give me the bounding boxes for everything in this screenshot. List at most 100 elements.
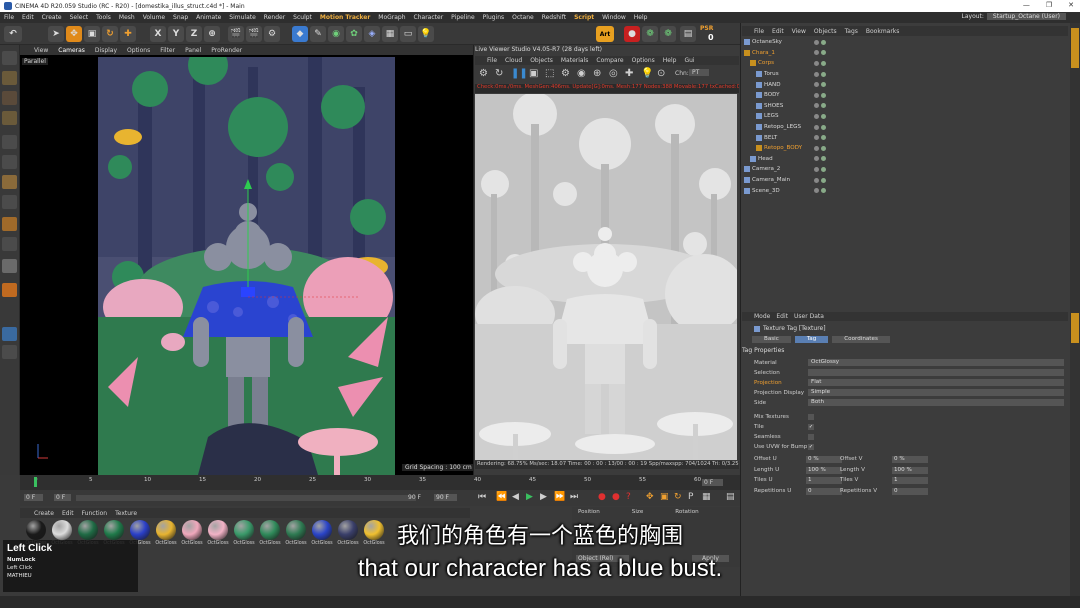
object-visibility-toggles[interactable] bbox=[814, 82, 826, 88]
numeric-field[interactable]: 100 % bbox=[892, 466, 928, 474]
lock-workplane-icon[interactable] bbox=[2, 345, 17, 359]
render-settings-icon[interactable]: ⚙ bbox=[264, 26, 280, 42]
lv-stop-icon[interactable]: ▣ bbox=[529, 68, 538, 79]
object-row[interactable]: Chara_1 bbox=[742, 48, 1068, 59]
menu-volume[interactable]: Volume bbox=[143, 14, 165, 21]
keyframe-selection-icon[interactable]: ? bbox=[626, 492, 631, 502]
attribute-value-field[interactable] bbox=[808, 369, 1064, 376]
om-menu-objects[interactable]: Objects bbox=[814, 28, 837, 35]
vp-menu-cameras[interactable]: Cameras bbox=[58, 47, 85, 54]
pen-icon[interactable]: ✎ bbox=[310, 26, 326, 42]
visibility-dot-icon[interactable] bbox=[814, 177, 819, 183]
visibility-dot-icon[interactable] bbox=[821, 82, 826, 88]
visibility-dot-icon[interactable] bbox=[821, 103, 826, 109]
key-rotation-icon[interactable]: ↻ bbox=[674, 492, 682, 502]
object-visibility-toggles[interactable] bbox=[814, 124, 826, 130]
lv-focus-icon[interactable]: ◎ bbox=[609, 68, 618, 79]
menu-redshift[interactable]: Redshift bbox=[542, 14, 566, 21]
visibility-dot-icon[interactable] bbox=[821, 92, 826, 98]
numeric-field[interactable]: 1 bbox=[806, 477, 842, 484]
numeric-field[interactable]: 0 bbox=[806, 487, 842, 495]
lv-menu-options[interactable]: Options bbox=[632, 57, 655, 64]
menu-help[interactable]: Help bbox=[634, 14, 648, 21]
layout-select[interactable]: Startup_Octane (User) bbox=[986, 13, 1066, 20]
object-visibility-toggles[interactable] bbox=[814, 50, 826, 56]
attribute-value-field[interactable]: Flat bbox=[808, 379, 1064, 386]
visibility-dot-icon[interactable] bbox=[814, 39, 819, 45]
visibility-dot-icon[interactable] bbox=[814, 135, 819, 141]
object-row[interactable]: SHOES bbox=[742, 101, 1068, 112]
texture-mode-icon[interactable] bbox=[2, 155, 17, 169]
lv-pause-icon[interactable]: ❚❚ bbox=[511, 68, 528, 79]
attribute-checkbox[interactable] bbox=[808, 433, 814, 440]
numeric-field[interactable]: 0 bbox=[892, 487, 928, 495]
frame-box-field[interactable]: 0 F bbox=[702, 479, 724, 486]
points-mode-icon[interactable] bbox=[2, 71, 17, 85]
object-row[interactable]: Torus bbox=[742, 69, 1068, 80]
frame-range-slider[interactable] bbox=[76, 495, 416, 501]
camera-icon[interactable]: ▭ bbox=[400, 26, 416, 42]
objects-side-tab[interactable] bbox=[1071, 28, 1079, 68]
viewport-solo-icon[interactable] bbox=[2, 51, 17, 65]
object-visibility-toggles[interactable] bbox=[814, 166, 826, 172]
object-visibility-toggles[interactable] bbox=[814, 92, 826, 98]
polygons-mode-icon[interactable] bbox=[2, 111, 17, 125]
lv-menu-gui[interactable]: Gui bbox=[684, 57, 694, 64]
lv-settings-icon[interactable]: ⚙ bbox=[479, 68, 488, 79]
numeric-field[interactable]: 1 bbox=[892, 477, 928, 484]
tab-coordinates[interactable]: Coordinates bbox=[832, 336, 890, 343]
mm-menu-function[interactable]: Function bbox=[82, 510, 108, 517]
object-row[interactable]: Camera_2 bbox=[742, 164, 1068, 175]
art-button[interactable]: Art bbox=[596, 26, 614, 42]
lv-zoom-icon[interactable]: ⊕ bbox=[593, 68, 601, 79]
am-menu-mode[interactable]: Mode bbox=[754, 313, 770, 320]
next-key-icon[interactable]: ⏩ bbox=[554, 492, 565, 502]
menu-tools[interactable]: Tools bbox=[96, 14, 111, 21]
menu-edit[interactable]: Edit bbox=[22, 14, 34, 21]
object-row[interactable]: BODY bbox=[742, 90, 1068, 101]
object-row[interactable]: Head bbox=[742, 154, 1068, 165]
lv-restart-icon[interactable]: ↻ bbox=[495, 68, 503, 79]
edges-mode-icon[interactable] bbox=[2, 91, 17, 105]
visibility-dot-icon[interactable] bbox=[821, 113, 826, 119]
numeric-field[interactable]: 100 % bbox=[806, 466, 842, 474]
visibility-dot-icon[interactable] bbox=[821, 71, 826, 77]
timeline[interactable]: 051015202530354045505560 bbox=[20, 475, 740, 490]
menu-file[interactable]: File bbox=[4, 14, 14, 21]
visibility-dot-icon[interactable] bbox=[821, 188, 826, 194]
object-row[interactable]: Scene_3D bbox=[742, 185, 1068, 196]
menu-script[interactable]: Script bbox=[574, 14, 594, 21]
om-menu-bookmarks[interactable]: Bookmarks bbox=[866, 28, 900, 35]
om-menu-edit[interactable]: Edit bbox=[772, 28, 784, 35]
record-icon[interactable]: ● bbox=[598, 492, 606, 502]
numeric-field[interactable]: 0 % bbox=[806, 456, 842, 463]
object-visibility-toggles[interactable] bbox=[814, 135, 826, 141]
visibility-dot-icon[interactable] bbox=[821, 177, 826, 183]
object-visibility-toggles[interactable] bbox=[814, 188, 826, 194]
key-pla-icon[interactable]: ▦ bbox=[702, 492, 711, 502]
subdivision-icon[interactable]: ◉ bbox=[328, 26, 344, 42]
goto-start-icon[interactable]: ⏮ bbox=[478, 492, 486, 502]
menu-motion-tracker[interactable]: Motion Tracker bbox=[320, 14, 370, 21]
visibility-dot-icon[interactable] bbox=[814, 50, 819, 56]
visibility-dot-icon[interactable] bbox=[814, 71, 819, 77]
object-visibility-toggles[interactable] bbox=[814, 145, 826, 151]
visibility-dot-icon[interactable] bbox=[814, 188, 819, 194]
end-frame-field[interactable]: 90 F bbox=[434, 494, 457, 501]
render-view-icon[interactable]: 🎬 bbox=[228, 26, 244, 42]
visibility-dot-icon[interactable] bbox=[814, 166, 819, 172]
deformer-icon[interactable]: ◈ bbox=[364, 26, 380, 42]
object-visibility-toggles[interactable] bbox=[814, 103, 826, 109]
prev-key-icon[interactable]: ⏪ bbox=[496, 492, 507, 502]
am-menu-user-data[interactable]: User Data bbox=[794, 313, 824, 320]
lv-menu-materials[interactable]: Materials bbox=[561, 57, 589, 64]
lv-menu-cloud[interactable]: Cloud bbox=[505, 57, 522, 64]
vp-menu-display[interactable]: Display bbox=[95, 47, 117, 54]
prev-frame-icon[interactable]: ◀ bbox=[512, 492, 519, 502]
undo-icon[interactable]: ↶ bbox=[4, 26, 22, 42]
lv-channel-select[interactable]: PT bbox=[689, 69, 710, 76]
object-row[interactable]: Camera_Main bbox=[742, 175, 1068, 186]
timeline-playhead[interactable] bbox=[34, 477, 37, 487]
menu-snap[interactable]: Snap bbox=[173, 14, 188, 21]
lv-menu-file[interactable]: File bbox=[487, 57, 497, 64]
